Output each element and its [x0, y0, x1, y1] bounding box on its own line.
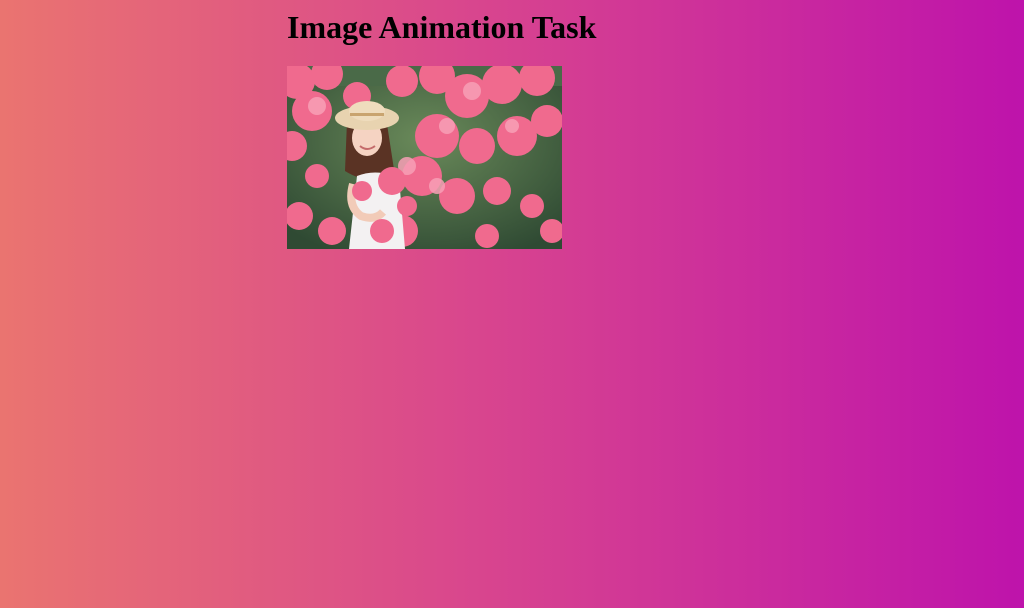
page-title: Image Animation Task: [287, 9, 597, 45]
animated-image: [287, 66, 562, 249]
flower-portrait-image: [287, 66, 562, 249]
